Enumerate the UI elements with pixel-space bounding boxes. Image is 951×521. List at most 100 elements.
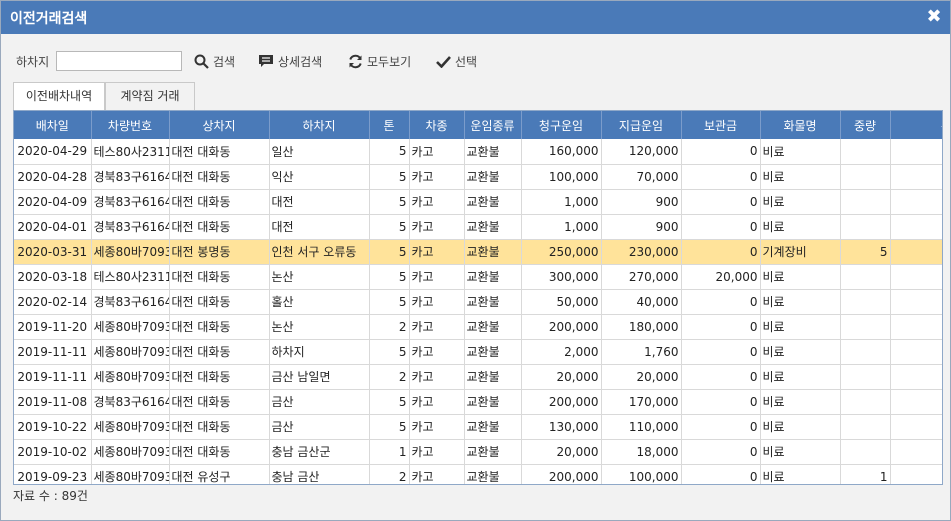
table-cell: 대전 유성구 xyxy=(169,464,270,484)
table-cell: 270,000 xyxy=(601,264,682,290)
table-cell: 200,000 xyxy=(521,464,602,484)
table-cell: 대전 대화동 xyxy=(169,364,270,390)
search-icon xyxy=(194,54,209,69)
table-row[interactable]: 2019-11-11 세종80바7093 대전 대화동 금산 남일면 2 카고 교환불 20,… xyxy=(14,364,942,390)
table-cell xyxy=(840,264,891,290)
table-cell: 금산 xyxy=(269,414,370,440)
table-cell: 5 xyxy=(369,239,410,265)
tab-previous-dispatch[interactable]: 이전배차내역 xyxy=(13,82,105,111)
table-cell xyxy=(890,214,942,240)
table-cell: 2020-04-01 xyxy=(14,214,92,240)
table-cell: 카고 xyxy=(409,389,465,415)
table-cell xyxy=(890,264,942,290)
table-cell: 교환불 xyxy=(464,189,522,215)
table-cell: 5 xyxy=(369,264,410,290)
table-cell: 120,000 xyxy=(601,139,682,165)
column-header[interactable]: 톤 xyxy=(369,111,410,139)
table-cell: 금산 남일면 xyxy=(269,364,370,390)
table-cell xyxy=(890,464,942,484)
search-button[interactable]: 검색 xyxy=(194,50,235,72)
detail-search-button[interactable]: 상세검색 xyxy=(258,50,322,72)
table-cell: 테스80사2311 xyxy=(91,264,170,290)
column-header[interactable]: 화물명 xyxy=(760,111,841,139)
table-cell: 카고 xyxy=(409,164,465,190)
table-cell: 비료 xyxy=(760,164,841,190)
table-cell xyxy=(890,439,942,465)
table-cell xyxy=(840,389,891,415)
table-row[interactable]: 2020-04-09 경북83구6164 대전 대화동 대전 5 카고 교환불 1,000 90… xyxy=(14,189,942,215)
table-row[interactable]: 2020-04-01 경북83구6164 대전 대화동 대전 5 카고 교환불 1,000 90… xyxy=(14,214,942,240)
table-cell: 카고 xyxy=(409,214,465,240)
table-cell: 0 xyxy=(681,289,761,315)
table-cell: 교환불 xyxy=(464,164,522,190)
column-header[interactable]: 차종 xyxy=(409,111,465,139)
table-cell: 0 xyxy=(681,214,761,240)
table-cell: 2019-11-20 xyxy=(14,314,92,340)
unload-location-input[interactable] xyxy=(56,51,182,71)
table-cell: 카고 xyxy=(409,439,465,465)
table-row[interactable]: 2019-11-11 세종80바7093 대전 대화동 하차지 5 카고 교환불 2,000 1… xyxy=(14,339,942,365)
table-cell: 0 xyxy=(681,389,761,415)
column-header[interactable]: 수량 xyxy=(890,111,942,139)
close-icon[interactable]: ✖ xyxy=(925,7,943,27)
column-header[interactable]: 상차지 xyxy=(169,111,270,139)
table-cell: 0 xyxy=(681,414,761,440)
column-header[interactable]: 청구운임 xyxy=(521,111,602,139)
table-cell: 5 xyxy=(369,289,410,315)
table-cell: 교환불 xyxy=(464,289,522,315)
table-cell: 0 xyxy=(681,339,761,365)
table-row[interactable]: 2020-04-29 테스80사2311 대전 대화동 일산 5 카고 교환불 160,000… xyxy=(14,139,942,165)
toolbar: 하차지 검색 상세검색 모두보기 선택 xyxy=(1,46,950,76)
column-header[interactable]: 차량번호 xyxy=(91,111,170,139)
column-header[interactable]: 하차지 xyxy=(269,111,370,139)
table-cell: 기계장비 xyxy=(760,239,841,265)
table-cell: 5 xyxy=(369,389,410,415)
table-row[interactable]: 2019-11-20 세종80바7093 대전 대화동 논산 2 카고 교환불 200,000… xyxy=(14,314,942,340)
column-header[interactable]: 중량 xyxy=(840,111,891,139)
table-row[interactable]: 2020-03-31 세종80바7093 대전 봉명동 인천 서구 오류동 5 카고 교환불… xyxy=(14,239,942,265)
column-header[interactable]: 배차일 xyxy=(14,111,92,139)
table-cell: 대전 대화동 xyxy=(169,189,270,215)
table-cell: 5 xyxy=(369,164,410,190)
tab-contract-transactions[interactable]: 계약짐 거래 xyxy=(105,82,195,110)
table-cell: 1,000 xyxy=(521,189,602,215)
table-cell: 테스80사2311 xyxy=(91,139,170,165)
table-cell: 2019-10-22 xyxy=(14,414,92,440)
show-all-button[interactable]: 모두보기 xyxy=(348,50,411,72)
table-cell xyxy=(840,439,891,465)
table-row[interactable]: 2019-10-02 세종80바7093 대전 대화동 충남 금산군 1 카고 교환불 20,… xyxy=(14,439,942,465)
table-row[interactable]: 2020-02-14 경북83구6164 대전 대화동 홀산 5 카고 교환불 50,000 4… xyxy=(14,289,942,315)
unload-location-label: 하차지 xyxy=(16,55,50,69)
column-header[interactable]: 보관금 xyxy=(681,111,761,139)
table-cell: 카고 xyxy=(409,364,465,390)
table-cell: 논산 xyxy=(269,314,370,340)
table-row[interactable]: 2020-04-28 경북83구6164 대전 대화동 익산 5 카고 교환불 100,000… xyxy=(14,164,942,190)
table-cell: 2020-04-29 xyxy=(14,139,92,165)
table-cell: 2019-11-08 xyxy=(14,389,92,415)
table-cell: 경북83구6164 xyxy=(91,214,170,240)
table-cell xyxy=(890,414,942,440)
table-cell: 카고 xyxy=(409,239,465,265)
table-row[interactable]: 2019-11-08 경북83구6164 대전 대화동 금산 5 카고 교환불 200,000… xyxy=(14,389,942,415)
table-cell: 비료 xyxy=(760,439,841,465)
table-cell xyxy=(840,414,891,440)
table-cell: 20,000 xyxy=(521,439,602,465)
column-header[interactable]: 지급운임 xyxy=(601,111,682,139)
table-cell: 2 xyxy=(369,464,410,484)
table-cell: 하차지 xyxy=(269,339,370,365)
table-cell: 0 xyxy=(681,364,761,390)
select-button[interactable]: 선택 xyxy=(436,50,477,72)
table-row[interactable]: 2020-03-18 테스80사2311 대전 대화동 논산 5 카고 교환불 300,000… xyxy=(14,264,942,290)
table-cell: 2019-11-11 xyxy=(14,339,92,365)
table-cell: 5 xyxy=(840,239,891,265)
table-cell: 0 xyxy=(681,164,761,190)
table-cell: 160,000 xyxy=(521,139,602,165)
table-cell: 비료 xyxy=(760,289,841,315)
table-row[interactable]: 2019-10-22 세종80바7093 대전 대화동 금산 5 카고 교환불 130,000… xyxy=(14,414,942,440)
column-header[interactable]: 운임종류 xyxy=(464,111,522,139)
table-cell: 인천 서구 오류동 xyxy=(269,239,370,265)
table-cell: 1,000 xyxy=(521,214,602,240)
table-row[interactable]: 2019-09-23 세종80바7093 대전 유성구 충남 금산 2 카고 교환불 200,… xyxy=(14,464,942,484)
table-cell: 교환불 xyxy=(464,414,522,440)
table-cell: 20,000 xyxy=(521,364,602,390)
